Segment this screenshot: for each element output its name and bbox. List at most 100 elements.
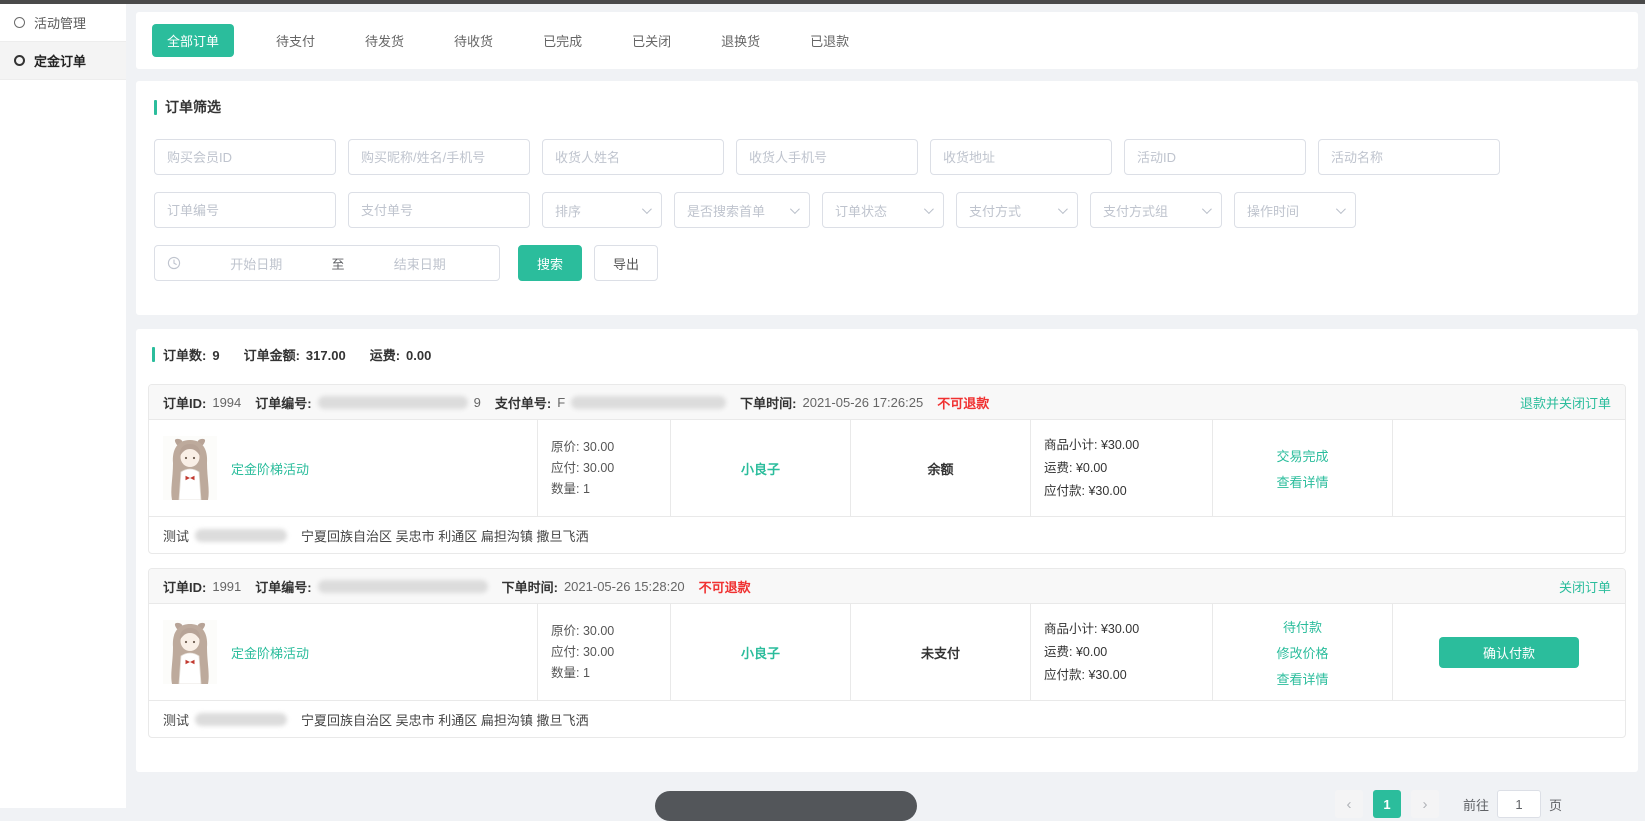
goto-label: 前往: [1463, 795, 1489, 814]
activity-name-input[interactable]: [1318, 139, 1500, 175]
date-range-picker[interactable]: 开始日期 至 结束日期: [154, 245, 500, 281]
order-time-label: 下单时间:: [740, 393, 796, 412]
pagination-goto: 前往 页: [1463, 790, 1562, 818]
product-thumbnail: [163, 620, 217, 684]
order-no-label: 订单编号:: [255, 577, 311, 596]
pagination-prev-button[interactable]: ‹: [1335, 790, 1363, 818]
view-details-link[interactable]: 查看详情: [1276, 472, 1328, 491]
product-column: 定金阶梯活动: [149, 604, 537, 700]
payment-method: 未支付: [850, 604, 1030, 700]
order-time-value: 2021-05-26 15:28:20: [564, 579, 685, 594]
payment-method-select[interactable]: 支付方式: [956, 192, 1078, 228]
product-thumbnail: [163, 436, 217, 500]
payable-price: 应付: 30.00: [551, 642, 614, 663]
non-refundable-flag: 不可退款: [937, 393, 989, 412]
original-price: 原价: 30.00: [551, 437, 614, 458]
sidebar: 活动管理 定金订单: [0, 4, 126, 808]
order-time-label: 下单时间:: [502, 577, 558, 596]
payment-method-group-select[interactable]: 支付方式组: [1090, 192, 1222, 228]
select-placeholder: 排序: [555, 201, 581, 220]
radio-circle-icon: [14, 17, 25, 28]
chevron-down-icon: [790, 204, 800, 214]
sidebar-item-activity-management[interactable]: 活动管理: [0, 4, 126, 42]
main-content: 全部订单 待支付 待发货 待收货 已完成 已关闭 退换货 已退款 订单筛选: [126, 4, 1645, 808]
page-unit-label: 页: [1549, 795, 1562, 814]
order-body: 定金阶梯活动 原价: 30.00 应付: 30.00 数量: 1 小良子 余额 …: [149, 420, 1625, 516]
chevron-down-icon: [642, 204, 652, 214]
order-header: 订单ID: 1991 订单编号: 下单时间: 2021-05-26 15:28:…: [149, 569, 1625, 604]
section-accent-bar: [154, 100, 157, 115]
chevron-down-icon: [1058, 204, 1068, 214]
order-no-input[interactable]: [154, 192, 336, 228]
status-column: 交易完成 查看详情: [1212, 420, 1392, 516]
filter-section-title: 订单筛选: [154, 97, 1620, 117]
payment-no-input[interactable]: [348, 192, 530, 228]
goto-page-input[interactable]: [1497, 790, 1541, 818]
tab-completed[interactable]: 已完成: [535, 25, 590, 56]
close-order-link[interactable]: 关闭订单: [1559, 577, 1611, 596]
sidebar-item-deposit-orders[interactable]: 定金订单: [0, 42, 126, 80]
tab-return-exchange[interactable]: 退换货: [713, 25, 768, 56]
order-amount-stat: 订单金额:317.00: [244, 345, 346, 364]
order-id-value: 1991: [212, 579, 241, 594]
first-order-select[interactable]: 是否搜索首单: [674, 192, 810, 228]
view-details-link[interactable]: 查看详情: [1276, 669, 1328, 688]
transaction-complete-status: 交易完成: [1276, 446, 1328, 465]
sort-select[interactable]: 排序: [542, 192, 662, 228]
order-status-tabs: 全部订单 待支付 待发货 待收货 已完成 已关闭 退换货 已退款: [136, 12, 1638, 69]
consignee-phone-redacted: [195, 713, 287, 726]
chevron-down-icon: [1336, 204, 1346, 214]
product-name[interactable]: 定金阶梯活动: [231, 459, 309, 478]
shipping-address: 宁夏回族自治区 吴忠市 利通区 扁担沟镇 撒旦飞洒: [301, 710, 588, 729]
consignee-phone-input[interactable]: [736, 139, 918, 175]
refund-close-order-link[interactable]: 退款并关闭订单: [1520, 393, 1611, 412]
shipping-address-input[interactable]: [930, 139, 1112, 175]
pagination-page-1-button[interactable]: 1: [1373, 790, 1401, 818]
export-button[interactable]: 导出: [594, 245, 658, 281]
tab-refunded[interactable]: 已退款: [802, 25, 857, 56]
non-refundable-flag: 不可退款: [699, 577, 751, 596]
tab-pending-shipment[interactable]: 待发货: [357, 25, 412, 56]
buyer-nickname-input[interactable]: [348, 139, 530, 175]
tab-all-orders[interactable]: 全部订单: [152, 24, 234, 57]
end-date-input[interactable]: 结束日期: [353, 254, 488, 273]
goods-subtotal: 商品小计: ¥30.00: [1044, 434, 1139, 457]
bottom-toast: [655, 791, 917, 821]
order-footer: 测试 宁夏回族自治区 吴忠市 利通区 扁担沟镇 撒旦飞洒: [149, 700, 1625, 737]
date-range-separator: 至: [332, 254, 345, 273]
order-body: 定金阶梯活动 原价: 30.00 应付: 30.00 数量: 1 小良子 未支付…: [149, 604, 1625, 700]
consignee-name-input[interactable]: [542, 139, 724, 175]
tab-pending-receipt[interactable]: 待收货: [446, 25, 501, 56]
modify-price-link[interactable]: 修改价格: [1276, 643, 1328, 662]
select-placeholder: 支付方式组: [1103, 201, 1168, 220]
amount-payable: 应付款: ¥30.00: [1044, 664, 1127, 687]
pending-payment-status: 待付款: [1283, 617, 1322, 636]
activity-id-input[interactable]: [1124, 139, 1306, 175]
payment-no-redacted: [571, 396, 726, 409]
quantity: 数量: 1: [551, 479, 590, 500]
product-name[interactable]: 定金阶梯活动: [231, 643, 309, 662]
operation-time-select[interactable]: 操作时间: [1234, 192, 1356, 228]
order-status-select[interactable]: 订单状态: [822, 192, 944, 228]
search-button[interactable]: 搜索: [518, 245, 582, 281]
tab-closed[interactable]: 已关闭: [624, 25, 679, 56]
order-no-label: 订单编号:: [255, 393, 311, 412]
shipping-address: 宁夏回族自治区 吴忠市 利通区 扁担沟镇 撒旦飞洒: [301, 526, 588, 545]
select-placeholder: 订单状态: [835, 201, 887, 220]
start-date-input[interactable]: 开始日期: [189, 254, 324, 273]
pagination-next-button[interactable]: ›: [1411, 790, 1439, 818]
confirm-payment-button[interactable]: 确认付款: [1439, 637, 1579, 668]
sidebar-item-label: 活动管理: [34, 13, 86, 32]
buyer-member-id-input[interactable]: [154, 139, 336, 175]
order-no-redacted: [318, 580, 488, 593]
order-card: 订单ID: 1991 订单编号: 下单时间: 2021-05-26 15:28:…: [148, 568, 1626, 738]
tab-pending-payment[interactable]: 待支付: [268, 25, 323, 56]
amount-payable: 应付款: ¥30.00: [1044, 480, 1127, 503]
consignee-name: 测试: [163, 710, 189, 729]
select-placeholder: 支付方式: [969, 201, 1021, 220]
quantity: 数量: 1: [551, 663, 590, 684]
select-placeholder: 是否搜索首单: [687, 201, 765, 220]
filter-title-text: 订单筛选: [165, 97, 221, 117]
totals-column: 商品小计: ¥30.00 运费: ¥0.00 应付款: ¥30.00: [1030, 604, 1212, 700]
totals-column: 商品小计: ¥30.00 运费: ¥0.00 应付款: ¥30.00: [1030, 420, 1212, 516]
